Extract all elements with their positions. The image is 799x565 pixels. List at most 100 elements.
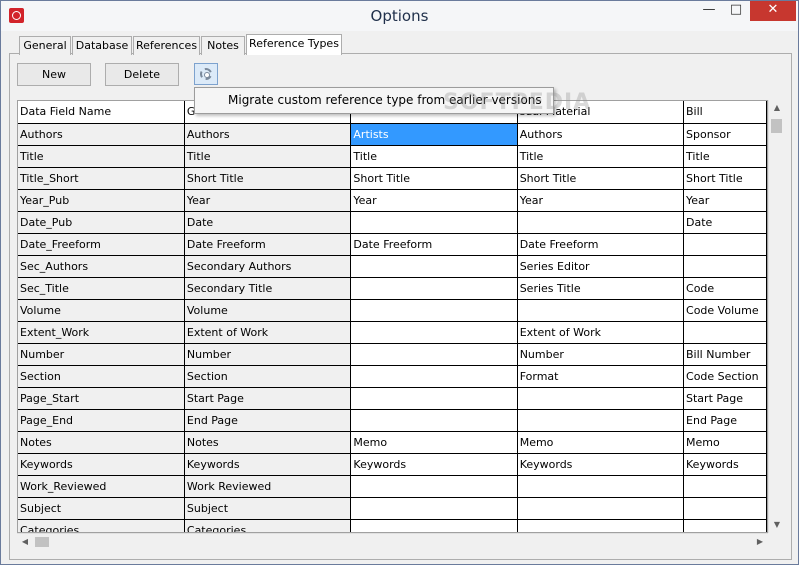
grid-cell[interactable] [350, 343, 518, 366]
grid-cell[interactable] [350, 255, 518, 278]
tab-notes[interactable]: Notes [201, 36, 245, 55]
grid-cell[interactable]: Code Volume [683, 299, 767, 322]
grid-cell[interactable] [517, 387, 685, 410]
migrate-button[interactable] [194, 63, 218, 85]
grid-cell[interactable]: Year [350, 189, 518, 212]
grid-cell[interactable]: Title [683, 145, 767, 168]
grid-cell[interactable]: Page_Start [18, 387, 185, 410]
grid-cell[interactable]: Categories [18, 519, 185, 532]
grid-cell[interactable]: Title [350, 145, 518, 168]
grid-cell[interactable]: Short Title [517, 167, 685, 190]
tab-references[interactable]: References [133, 36, 200, 55]
delete-button[interactable]: Delete [105, 63, 179, 86]
close-button[interactable]: ✕ [750, 1, 796, 21]
grid-cell[interactable] [350, 299, 518, 322]
grid-cell[interactable] [517, 211, 685, 234]
grid-cell[interactable]: Keywords [350, 453, 518, 476]
grid-cell[interactable] [683, 255, 767, 278]
grid-cell[interactable]: Memo [517, 431, 685, 454]
grid-cell[interactable]: Section [184, 365, 352, 388]
grid-cell[interactable] [350, 497, 518, 520]
grid-cell[interactable]: Date Freeform [350, 233, 518, 256]
grid-cell[interactable]: Date [683, 211, 767, 234]
grid-cell[interactable] [517, 409, 685, 432]
grid-cell[interactable]: Date [184, 211, 352, 234]
grid-cell[interactable]: Notes [18, 431, 185, 454]
grid-cell[interactable]: Sec_Authors [18, 255, 185, 278]
grid-cell[interactable] [683, 497, 767, 520]
grid-cell[interactable]: Notes [184, 431, 352, 454]
grid-cell[interactable]: Work_Reviewed [18, 475, 185, 498]
grid-cell[interactable]: Categories [184, 519, 352, 532]
grid-cell[interactable]: Year [517, 189, 685, 212]
grid-cell[interactable]: Secondary Authors [184, 255, 352, 278]
grid-cell[interactable]: Year [683, 189, 767, 212]
grid-cell[interactable]: End Page [683, 409, 767, 432]
grid-cell[interactable]: Volume [184, 299, 352, 322]
grid-cell[interactable] [350, 475, 518, 498]
grid-cell[interactable]: Subject [18, 497, 185, 520]
grid-cell[interactable]: Bill Number [683, 343, 767, 366]
grid-cell[interactable]: End Page [184, 409, 352, 432]
grid-cell[interactable] [683, 233, 767, 256]
grid-cell[interactable] [350, 519, 518, 532]
reference-types-grid[interactable]: Data Field Name Gsual Material Bill Authors… [17, 100, 768, 533]
grid-cell[interactable]: Memo [350, 431, 518, 454]
grid-cell[interactable]: Number [18, 343, 185, 366]
grid-cell[interactable]: Secondary Title [184, 277, 352, 300]
grid-cell[interactable]: Authors [517, 123, 685, 146]
tab-general[interactable]: General [19, 36, 71, 55]
grid-cell[interactable]: Date_Pub [18, 211, 185, 234]
grid-cell[interactable]: Start Page [683, 387, 767, 410]
grid-cell[interactable] [517, 299, 685, 322]
grid-header-cell[interactable]: Data Field Name [18, 101, 185, 124]
grid-cell[interactable]: Title [517, 145, 685, 168]
tab-database[interactable]: Database [72, 36, 132, 55]
grid-cell[interactable]: Keywords [683, 453, 767, 476]
grid-cell[interactable]: Format [517, 365, 685, 388]
grid-cell[interactable]: Page_End [18, 409, 185, 432]
grid-cell[interactable]: Short Title [683, 167, 767, 190]
grid-cell[interactable] [350, 409, 518, 432]
scroll-right-icon[interactable]: ▶ [752, 534, 768, 550]
grid-cell[interactable]: Memo [683, 431, 767, 454]
maximize-button[interactable]: □ [723, 1, 749, 21]
horizontal-scrollbar[interactable]: ◀ ▶ [17, 533, 768, 549]
grid-cell[interactable]: Extent of Work [184, 321, 352, 344]
grid-cell[interactable]: Authors [184, 123, 352, 146]
grid-cell[interactable]: Year_Pub [18, 189, 185, 212]
grid-cell[interactable]: Volume [18, 299, 185, 322]
grid-cell[interactable]: Keywords [517, 453, 685, 476]
grid-cell[interactable]: Date Freeform [517, 233, 685, 256]
grid-cell[interactable] [350, 321, 518, 344]
scroll-down-icon[interactable]: ▼ [769, 517, 785, 533]
grid-cell[interactable] [683, 519, 767, 532]
grid-cell[interactable]: Code Section [683, 365, 767, 388]
grid-cell[interactable]: Section [18, 365, 185, 388]
grid-cell[interactable] [517, 497, 685, 520]
tab-reference-types[interactable]: Reference Types [246, 34, 342, 55]
grid-cell[interactable] [350, 211, 518, 234]
vertical-scrollbar[interactable]: ▲ ▼ [768, 100, 784, 533]
grid-cell[interactable]: Number [184, 343, 352, 366]
grid-cell[interactable]: Start Page [184, 387, 352, 410]
grid-cell[interactable] [517, 519, 685, 532]
grid-cell[interactable]: Date_Freeform [18, 233, 185, 256]
vertical-scroll-thumb[interactable] [771, 119, 782, 133]
grid-cell[interactable]: Series Editor [517, 255, 685, 278]
grid-cell[interactable]: Sec_Title [18, 277, 185, 300]
grid-cell[interactable]: Title [18, 145, 185, 168]
grid-cell[interactable]: Short Title [184, 167, 352, 190]
grid-cell[interactable] [350, 365, 518, 388]
minimize-button[interactable]: — [696, 1, 722, 21]
grid-cell[interactable]: Date Freeform [184, 233, 352, 256]
horizontal-scroll-thumb[interactable] [35, 537, 49, 547]
grid-cell[interactable] [517, 475, 685, 498]
grid-cell[interactable]: Extent_Work [18, 321, 185, 344]
grid-cell[interactable]: Code [683, 277, 767, 300]
grid-cell[interactable]: Title [184, 145, 352, 168]
grid-cell[interactable]: Number [517, 343, 685, 366]
grid-cell[interactable]: Short Title [350, 167, 518, 190]
grid-cell[interactable]: Authors [18, 123, 185, 146]
grid-cell[interactable] [350, 387, 518, 410]
